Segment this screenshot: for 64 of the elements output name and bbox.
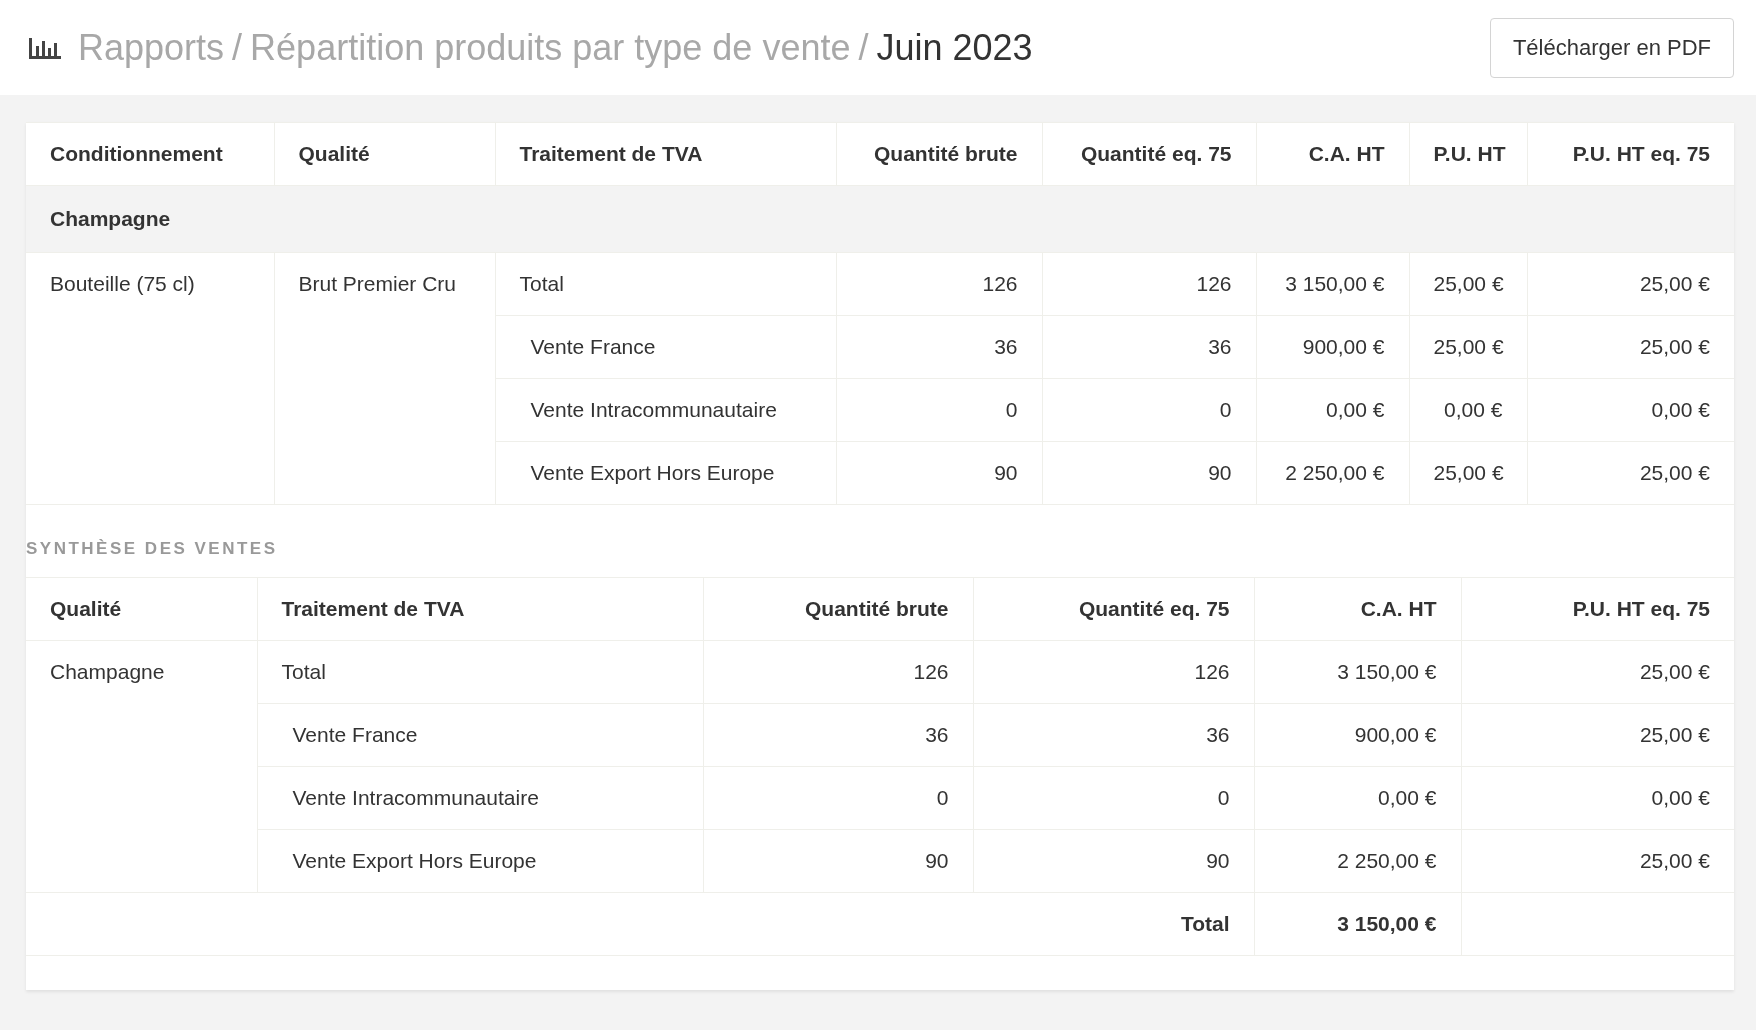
table-cell: 36	[703, 703, 973, 767]
table-cell: 2 250,00 €	[1256, 441, 1409, 505]
download-pdf-button[interactable]: Télécharger en PDF	[1489, 17, 1734, 78]
table-cell: 0,00 €	[1409, 378, 1527, 442]
table-cell: 3 150,00 €	[1256, 252, 1409, 316]
table-cell: 0,00 €	[1256, 378, 1409, 442]
table-cell: Vente Intracommunautaire	[257, 766, 703, 830]
column-header: C.A. HT	[1254, 577, 1461, 641]
table-cell: Vente Export Hors Europe	[495, 441, 836, 505]
table-cell: 0	[973, 766, 1254, 830]
table-cell: 0,00 €	[1254, 766, 1461, 830]
column-header: Traitement de TVA	[495, 122, 836, 186]
table-cell: Vente France	[495, 315, 836, 379]
group-header: Champagne	[26, 185, 1734, 253]
breadcrumb-item: Juin 2023	[876, 26, 1033, 69]
column-header: P.U. HT	[1409, 122, 1527, 186]
breadcrumb-separator: /	[858, 26, 869, 69]
table-cell: Total	[495, 252, 836, 316]
table-cell: 0	[703, 766, 973, 830]
table-cell: 126	[836, 252, 1042, 316]
column-header: Conditionnement	[26, 122, 274, 186]
table-cell: 90	[973, 829, 1254, 893]
table-cell: 90	[1042, 441, 1256, 505]
table-cell: 36	[836, 315, 1042, 379]
table-cell: 90	[703, 829, 973, 893]
table-cell: Champagne	[26, 640, 257, 893]
bar-chart-icon	[28, 35, 62, 60]
table-cell: 0	[836, 378, 1042, 442]
table-cell: 36	[973, 703, 1254, 767]
table-cell: 90	[836, 441, 1042, 505]
table-cell: Total	[257, 640, 703, 704]
section-title: SYNTHÈSE DES VENTES	[26, 539, 278, 559]
column-header: P.U. HT eq. 75	[1461, 577, 1734, 641]
column-header: Qualité	[26, 577, 257, 641]
total-label: Total	[26, 892, 1254, 956]
table-cell: 25,00 €	[1409, 315, 1527, 379]
column-header: Traitement de TVA	[257, 577, 703, 641]
table-cell: Bouteille (75 cl)	[26, 252, 274, 505]
column-header: Quantité eq. 75	[1042, 122, 1256, 186]
table-cell: 126	[703, 640, 973, 704]
table-cell: 0	[1042, 378, 1256, 442]
table-cell: 2 250,00 €	[1254, 829, 1461, 893]
breadcrumb-item[interactable]: Répartition produits par type de vente	[250, 26, 851, 69]
table-cell: 900,00 €	[1254, 703, 1461, 767]
table-cell: 3 150,00 €	[1254, 640, 1461, 704]
table-cell: Vente France	[257, 703, 703, 767]
column-header: Quantité eq. 75	[973, 577, 1254, 641]
total-value: 3 150,00 €	[1254, 892, 1461, 956]
column-header: C.A. HT	[1256, 122, 1409, 186]
column-header: P.U. HT eq. 75	[1527, 122, 1734, 186]
table-cell: 25,00 €	[1409, 252, 1527, 316]
column-header: Quantité brute	[836, 122, 1042, 186]
column-header: Qualité	[274, 122, 495, 186]
table-cell: 900,00 €	[1256, 315, 1409, 379]
table-cell: 126	[1042, 252, 1256, 316]
table-cell: Vente Intracommunautaire	[495, 378, 836, 442]
table-cell: Brut Premier Cru	[274, 252, 495, 505]
table-cell: Vente Export Hors Europe	[257, 829, 703, 893]
table-cell: 126	[973, 640, 1254, 704]
breadcrumb-separator: /	[232, 26, 243, 69]
table-cell: 25,00 €	[1409, 441, 1527, 505]
column-header: Quantité brute	[703, 577, 973, 641]
table-cell: 36	[1042, 315, 1256, 379]
breadcrumb-item[interactable]: Rapports	[78, 26, 225, 69]
